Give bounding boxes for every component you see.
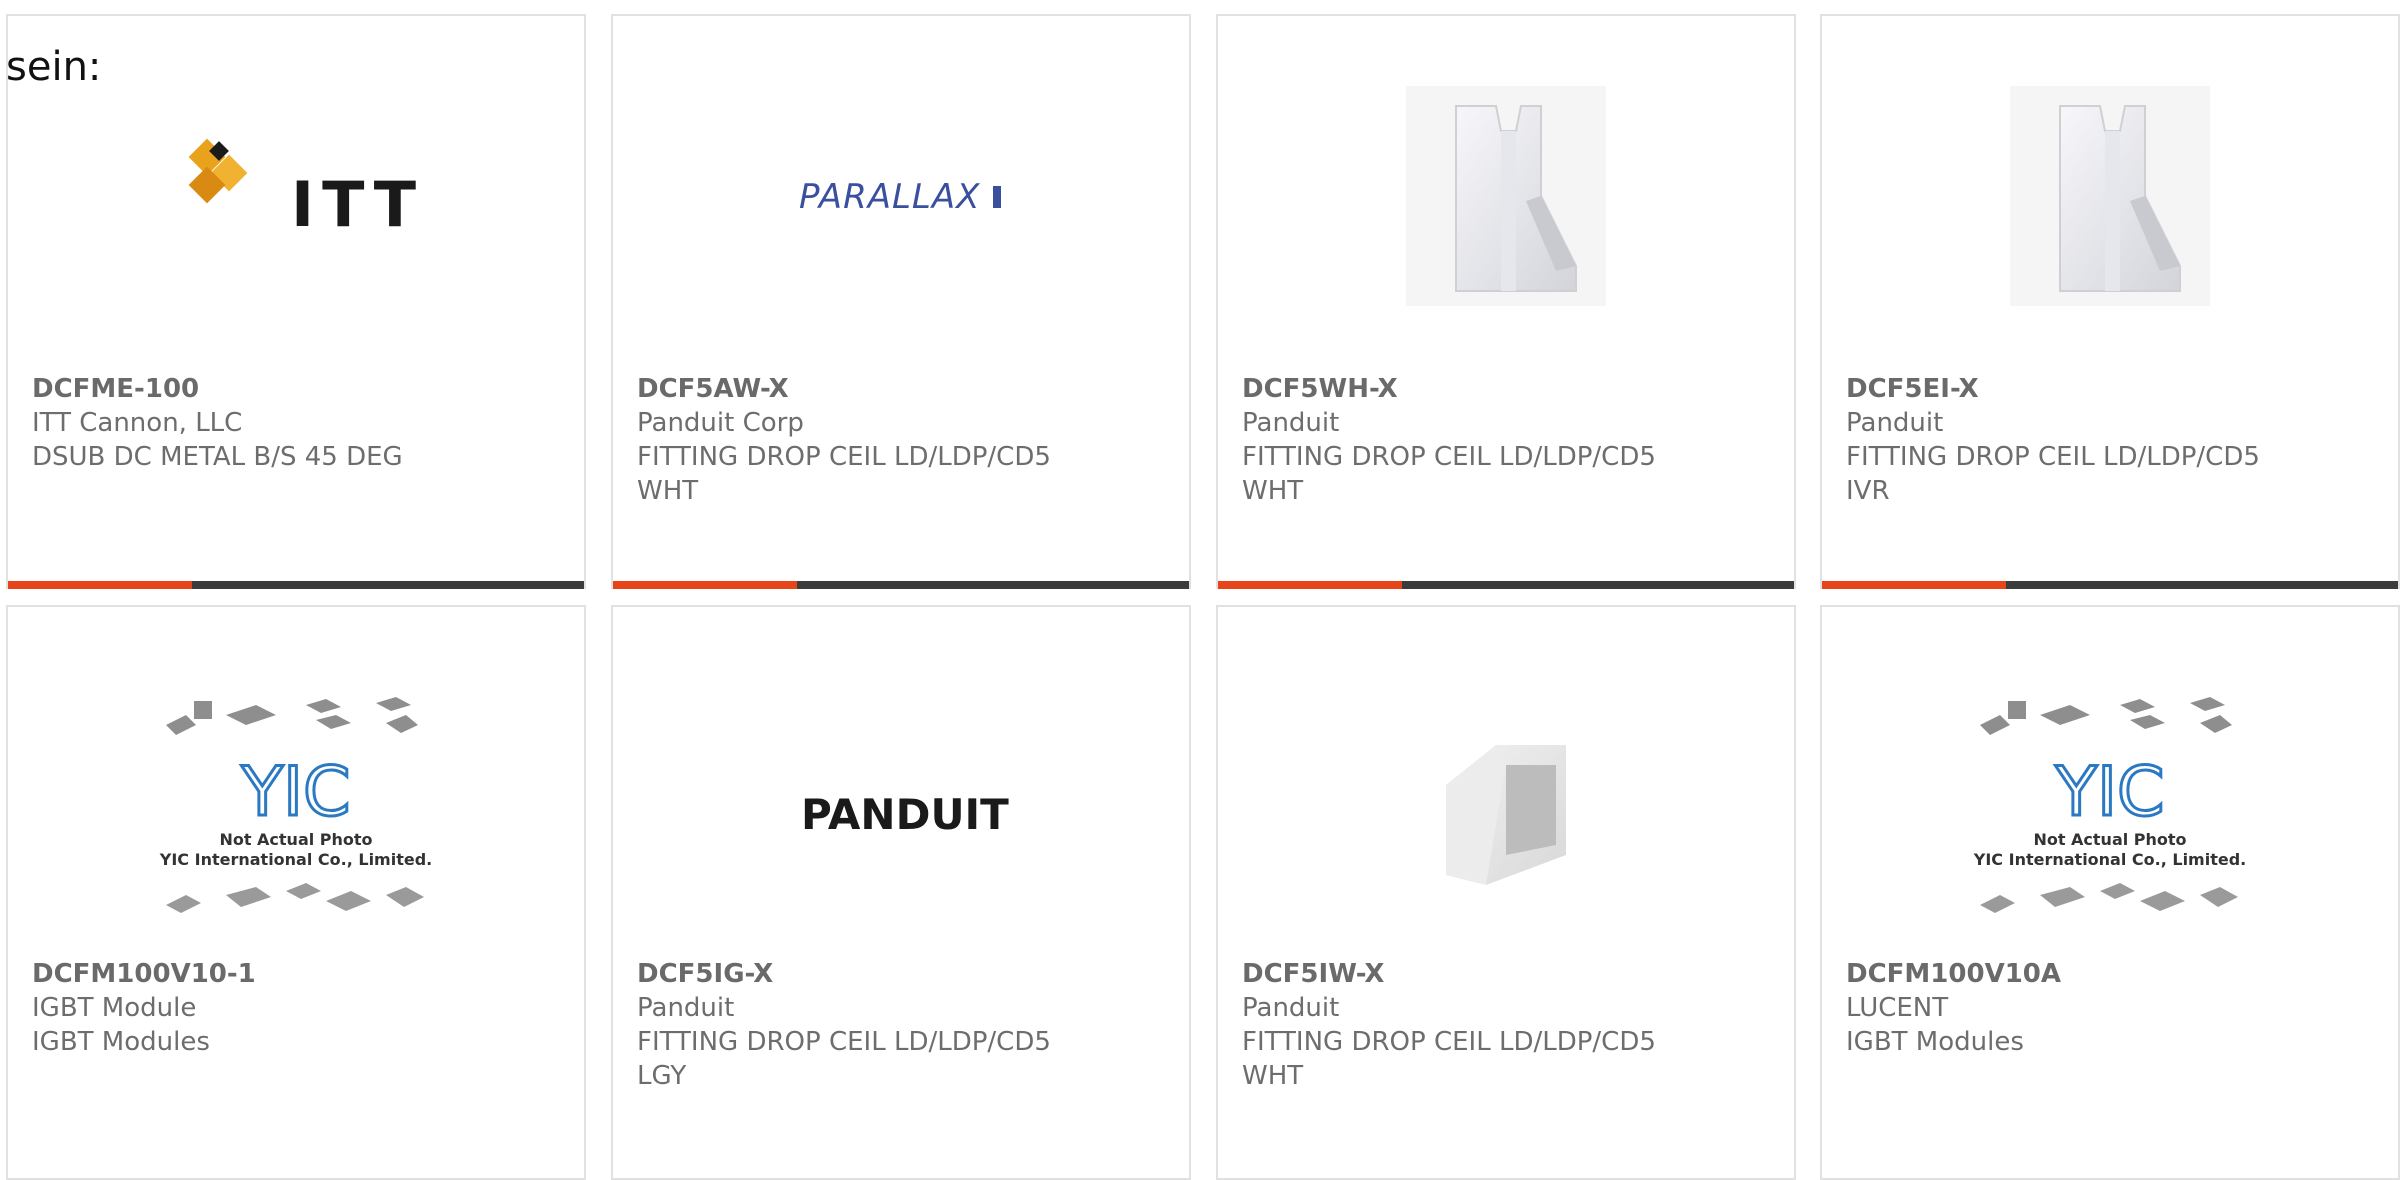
yic-mark: YIC xyxy=(2054,753,2164,832)
placeholder-image: YIC Not Actual Photo YIC International C… xyxy=(8,695,584,935)
manufacturer-logo: PANDUIT xyxy=(613,695,1189,935)
manufacturer-logo: ITT xyxy=(8,76,584,316)
product-photo xyxy=(1822,76,2398,316)
card-accent-bar xyxy=(613,581,1189,589)
description: FITTING DROP CEIL LD/LDP/CD5 xyxy=(637,1027,1051,1057)
manufacturer-logo: PARALLAX xyxy=(613,76,1189,316)
description: IGBT Modules xyxy=(1846,1027,2024,1057)
description-cont: LGY xyxy=(637,1061,687,1091)
manufacturer: Panduit xyxy=(1242,993,1340,1023)
intro-text: sein: xyxy=(6,44,102,90)
manufacturer: Panduit xyxy=(1846,408,1944,438)
product-photo xyxy=(1218,76,1794,316)
card-accent-bar xyxy=(8,581,584,589)
yic-notice: Not Actual Photo xyxy=(2033,830,2186,849)
product-photo xyxy=(1218,695,1794,935)
description-cont: WHT xyxy=(1242,1061,1304,1091)
description: FITTING DROP CEIL LD/LDP/CD5 xyxy=(1242,442,1656,472)
manufacturer: ITT Cannon, LLC xyxy=(32,408,243,438)
yic-notice: Not Actual Photo xyxy=(219,830,372,849)
description: IGBT Modules xyxy=(32,1027,210,1057)
description-cont: WHT xyxy=(1242,476,1304,506)
yic-company: YIC International Co., Limited. xyxy=(1973,850,2246,869)
yic-mark: YIC xyxy=(240,753,350,832)
part-number[interactable]: DCFME-100 xyxy=(32,372,403,406)
part-number[interactable]: DCF5EI-X xyxy=(1846,372,2260,406)
product-card[interactable]: YIC Not Actual Photo YIC International C… xyxy=(1820,605,2400,1180)
itt-logo-text: ITT xyxy=(291,168,416,241)
product-card[interactable]: ITT DCFME-100 ITT Cannon, LLC DSUB DC ME… xyxy=(6,14,586,589)
part-number[interactable]: DCFM100V10A xyxy=(1846,957,2061,991)
part-number[interactable]: DCF5AW-X xyxy=(637,372,1051,406)
description: FITTING DROP CEIL LD/LDP/CD5 xyxy=(1846,442,2260,472)
description: DSUB DC METAL B/S 45 DEG xyxy=(32,442,403,472)
card-accent-bar xyxy=(1218,581,1794,589)
card-accent-bar xyxy=(1822,581,2398,589)
part-number[interactable]: DCFM100V10-1 xyxy=(32,957,256,991)
description-cont: IVR xyxy=(1846,476,1890,506)
yic-company: YIC International Co., Limited. xyxy=(159,850,432,869)
part-number[interactable]: DCF5IG-X xyxy=(637,957,1051,991)
itt-diamond-icon xyxy=(188,138,248,204)
product-card[interactable]: DCF5WH-X Panduit FITTING DROP CEIL LD/LD… xyxy=(1216,14,1796,589)
description: FITTING DROP CEIL LD/LDP/CD5 xyxy=(637,442,1051,472)
product-card[interactable]: DCF5IW-X Panduit FITTING DROP CEIL LD/LD… xyxy=(1216,605,1796,1180)
manufacturer: LUCENT xyxy=(1846,993,1949,1023)
product-card[interactable]: PANDUIT DCF5IG-X Panduit FITTING DROP CE… xyxy=(611,605,1191,1180)
placeholder-image: YIC Not Actual Photo YIC International C… xyxy=(1822,695,2398,935)
parallax-logo-text: PARALLAX xyxy=(799,177,980,217)
part-number[interactable]: DCF5IW-X xyxy=(1242,957,1656,991)
manufacturer: Panduit Corp xyxy=(637,408,804,438)
manufacturer: Panduit xyxy=(637,993,735,1023)
panduit-logo-text: PANDUIT xyxy=(801,790,1009,839)
description: FITTING DROP CEIL LD/LDP/CD5 xyxy=(1242,1027,1656,1057)
product-card[interactable]: DCF5EI-X Panduit FITTING DROP CEIL LD/LD… xyxy=(1820,14,2400,589)
manufacturer: Panduit xyxy=(1242,408,1340,438)
product-card[interactable]: YIC Not Actual Photo YIC International C… xyxy=(6,605,586,1180)
product-card[interactable]: PARALLAX DCF5AW-X Panduit Corp FITTING D… xyxy=(611,14,1191,589)
manufacturer: IGBT Module xyxy=(32,993,197,1023)
description-cont: WHT xyxy=(637,476,699,506)
part-number[interactable]: DCF5WH-X xyxy=(1242,372,1656,406)
